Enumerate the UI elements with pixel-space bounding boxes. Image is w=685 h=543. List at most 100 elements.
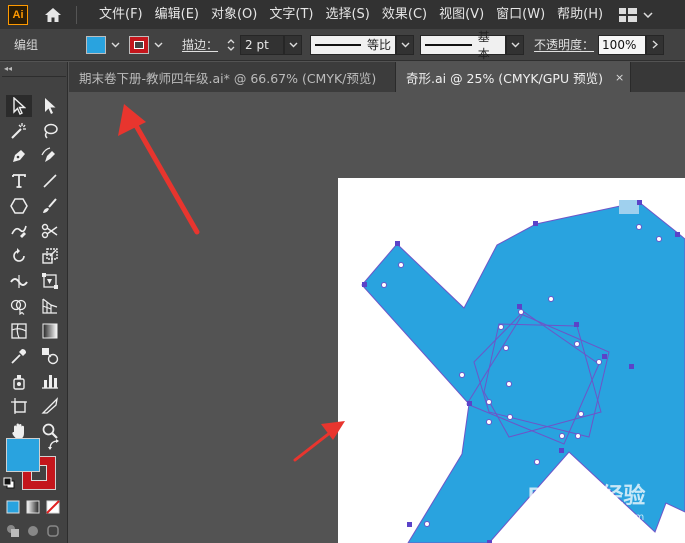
scale-icon: [42, 248, 58, 264]
fill-color-box[interactable]: [6, 438, 40, 472]
none-mode-button[interactable]: [44, 498, 62, 516]
annotation-arrow-canvas: [293, 421, 345, 462]
menu-effect[interactable]: 效果(C): [376, 0, 433, 29]
curvature-tool[interactable]: [37, 145, 63, 167]
artboard-tool[interactable]: [6, 395, 32, 417]
lasso-icon: [44, 123, 58, 139]
gradient-icon: [42, 323, 58, 339]
brush-label: 基本: [477, 29, 490, 61]
home-icon[interactable]: [42, 4, 64, 26]
perspective-grid-tool[interactable]: [37, 295, 63, 317]
shape-builder-icon: [10, 299, 27, 315]
default-colors-button[interactable]: [2, 476, 16, 490]
width-tool-icon: [10, 275, 28, 288]
scale-tool[interactable]: [37, 245, 63, 267]
scissors-tool[interactable]: [37, 220, 63, 242]
paintbrush-tool[interactable]: [37, 195, 63, 217]
blend-icon: [42, 348, 59, 365]
mesh-icon: [11, 323, 27, 339]
menu-edit[interactable]: 编辑(E): [149, 0, 205, 29]
stroke-dropdown[interactable]: [152, 36, 164, 54]
slice-tool[interactable]: [37, 395, 63, 417]
none-fill-icon: [46, 500, 60, 514]
width-tool[interactable]: [6, 270, 32, 292]
shape-builder-tool[interactable]: [6, 295, 32, 317]
stroke-swatch[interactable]: [129, 35, 150, 54]
mesh-tool[interactable]: [6, 320, 32, 342]
stroke-weight-stepper[interactable]: [224, 34, 238, 56]
color-mode-button[interactable]: [4, 498, 22, 516]
gradient-mode-button[interactable]: [24, 498, 42, 516]
chevron-up-icon: [227, 38, 235, 43]
workspace-switcher[interactable]: [619, 7, 653, 22]
menu-separator: [76, 5, 77, 24]
fill-swatch[interactable]: [86, 35, 107, 54]
brush-dropdown[interactable]: [506, 34, 525, 55]
eyedropper-icon: [11, 349, 26, 364]
color-fill-icon: [6, 500, 20, 514]
shaper-icon: [11, 225, 27, 238]
swap-fill-stroke-button[interactable]: [46, 438, 62, 452]
close-icon[interactable]: ×: [615, 71, 624, 84]
stroke-weight-dropdown[interactable]: [284, 34, 303, 55]
draw-inside-button[interactable]: [44, 522, 62, 540]
symbol-sprayer-tool[interactable]: [6, 370, 32, 392]
shaper-tool[interactable]: [6, 220, 32, 242]
menu-object[interactable]: 对象(O): [205, 0, 263, 29]
fill-dropdown[interactable]: [109, 36, 121, 54]
artwork-layer[interactable]: [69, 92, 685, 543]
rotate-tool[interactable]: [6, 245, 32, 267]
tab-label: 奇形.ai @ 25% (CMYK/GPU 预览): [406, 70, 603, 86]
line-segment-icon: [43, 174, 57, 188]
variable-width-profile[interactable]: 等比: [310, 34, 397, 55]
gradient-fill-icon: [26, 500, 40, 514]
magic-wand-tool[interactable]: [6, 120, 32, 142]
collapse-panel-icon[interactable]: ◂◂: [4, 64, 12, 73]
panel-grip[interactable]: [2, 76, 66, 80]
column-graph-tool[interactable]: [37, 370, 63, 392]
canvas-area[interactable]: Bai du 经验 jingyan.baidu.com: [69, 92, 685, 543]
opacity-input[interactable]: [598, 34, 647, 55]
pen-icon: [13, 150, 25, 162]
draw-normal-button[interactable]: [4, 522, 22, 540]
selection-arrow-icon: [13, 97, 26, 115]
magic-wand-icon: [11, 123, 26, 139]
menu-select[interactable]: 选择(S): [319, 0, 375, 29]
free-transform-tool[interactable]: [37, 270, 63, 292]
profile-dropdown[interactable]: [396, 34, 415, 55]
menu-file[interactable]: 文件(F): [93, 0, 149, 29]
menu-type[interactable]: 文字(T): [263, 0, 319, 29]
swap-arrow-icon: [48, 439, 59, 450]
stroke-label[interactable]: 描边：: [182, 36, 218, 53]
tab-document-1[interactable]: 期末卷下册-教师四年级.ai* @ 66.67% (CMYK/预览): [69, 62, 396, 92]
tab-document-2[interactable]: 奇形.ai @ 25% (CMYK/GPU 预览) ×: [396, 62, 631, 92]
chevron-down-icon: [643, 11, 653, 18]
lasso-tool[interactable]: [37, 120, 63, 142]
eyedropper-tool[interactable]: [6, 345, 32, 367]
selection-tool[interactable]: [6, 95, 32, 117]
polygon-tool[interactable]: [6, 195, 32, 217]
scissors-icon: [41, 223, 58, 239]
opacity-label[interactable]: 不透明度：: [534, 36, 594, 53]
chevron-right-icon: [652, 40, 659, 49]
stroke-weight-input[interactable]: [240, 34, 285, 55]
gradient-tool[interactable]: [37, 320, 63, 342]
annotation-arrow-menu: [118, 104, 200, 235]
pen-tool[interactable]: [6, 145, 32, 167]
menu-help[interactable]: 帮助(H): [551, 0, 609, 29]
draw-normal-icon: [7, 525, 19, 537]
type-t-icon: [12, 174, 26, 188]
opacity-slider-button[interactable]: [646, 34, 665, 55]
blend-tool[interactable]: [37, 345, 63, 367]
menu-view[interactable]: 视图(V): [433, 0, 490, 29]
chevron-down-icon: [111, 42, 120, 47]
brush-definition[interactable]: 基本: [420, 30, 507, 61]
line-segment-tool[interactable]: [37, 170, 63, 192]
selection-mode-label: 编组: [14, 38, 39, 52]
profile-line: [315, 43, 362, 46]
type-tool[interactable]: [6, 170, 32, 192]
direct-selection-tool[interactable]: [37, 95, 63, 117]
menu-window[interactable]: 窗口(W): [490, 0, 551, 29]
draw-behind-button[interactable]: [24, 522, 42, 540]
paintbrush-icon: [43, 198, 57, 213]
